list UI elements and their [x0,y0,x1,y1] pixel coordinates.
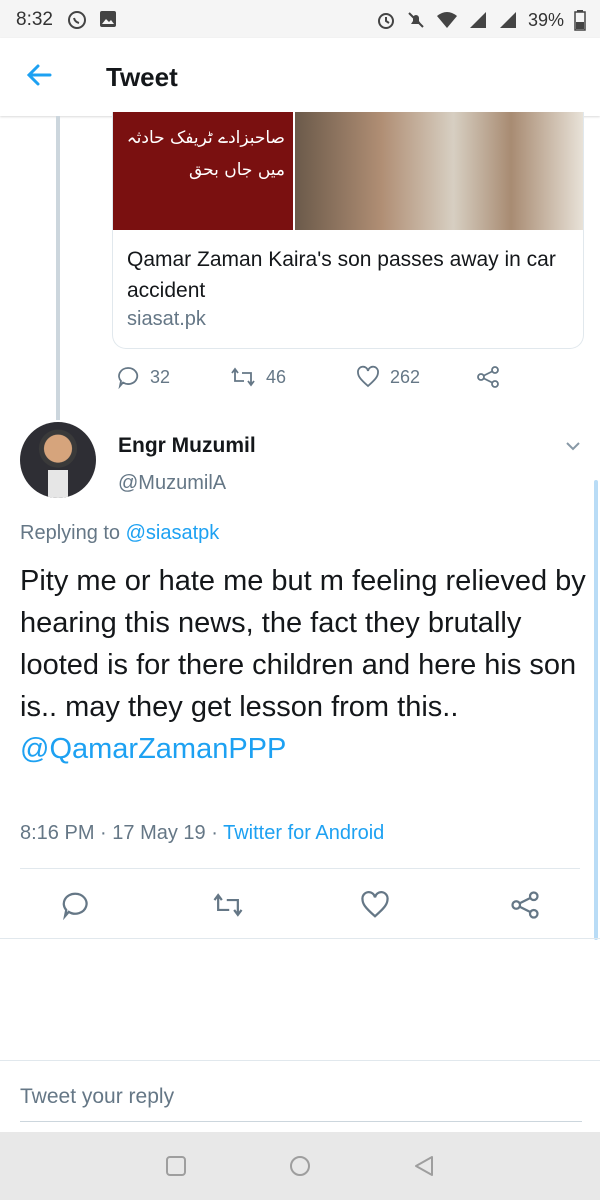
tweet-body: Pity me or hate me but m feeling relieve… [20,565,586,723]
tweet-meta: 8:16 PM · 17 May 19 · Twitter for Androi… [20,822,384,845]
whatsapp-icon [68,11,86,29]
back-triangle-icon [415,1156,433,1176]
link-preview-card[interactable]: صاحبزادے ٹریفک حادثہ میں جاں بحق Qamar Z… [112,112,584,349]
status-bar: 8:32 39% [0,0,600,38]
recents-button[interactable] [164,1154,188,1178]
parent-tweet-actions: 32 46 262 [112,362,532,392]
chevron-down-icon [566,442,580,451]
retweet-button[interactable] [212,890,244,920]
like-count: 262 [390,366,421,387]
reply-button[interactable]: 32 [116,365,170,389]
system-nav-bar [0,1132,600,1200]
home-circle-icon [290,1156,310,1176]
app-bar: Tweet [0,38,600,116]
page-title: Tweet [106,62,178,92]
card-headline: Qamar Zaman Kaira's son passes away in c… [127,248,556,302]
card-image-photo [295,112,583,230]
tweet-options-button[interactable] [563,436,583,456]
avatar[interactable] [20,422,96,498]
reply-icon [118,367,139,389]
avatar-shirt [48,470,68,498]
heart-icon [361,891,389,918]
retweet-count: 46 [266,366,287,387]
share-icon [511,891,539,919]
card-image-urdu: صاحبزادے ٹریفک حادثہ میں جاں بحق [113,112,293,230]
signal-icon-2 [499,12,516,28]
replying-prefix: Replying to [20,522,121,544]
share-button[interactable] [510,890,540,920]
arrow-left-icon [26,64,52,86]
signal-icon [469,12,486,28]
retweet-icon [213,893,243,917]
meta-separator: · [211,822,218,844]
tweet-source-link[interactable]: Twitter for Android [223,822,384,844]
heart-icon [357,365,379,388]
replying-to: Replying to @siasatpk [20,522,219,545]
reply-button[interactable] [60,890,90,920]
gallery-icon [100,11,116,27]
status-time: 8:32 [16,9,53,30]
reply-count: 32 [150,366,171,387]
share-icon [477,366,499,388]
alarm-icon [377,13,394,29]
home-button[interactable] [288,1154,312,1178]
author-handle[interactable]: @MuzumilA [118,472,226,495]
divider [0,938,600,939]
reply-input[interactable]: Tweet your reply [20,1085,174,1109]
tweet-text: Pity me or hate me but m feeling relieve… [20,560,590,770]
tweet-date: 17 May 19 [112,822,206,844]
retweet-button[interactable]: 46 [230,365,286,389]
battery-icon [574,10,586,31]
tweet-actions [0,882,600,928]
reply-icon [62,892,88,920]
wifi-icon [436,12,457,28]
battery-percent: 39% [527,9,564,30]
meta-separator: · [100,822,107,844]
like-button[interactable] [360,890,390,920]
status-left-icons [66,9,118,31]
reply-composer[interactable]: Tweet your reply [0,1060,600,1133]
card-image-caption: صاحبزادے ٹریفک حادثہ میں جاں بحق [126,128,285,180]
card-domain: siasat.pk [127,308,206,330]
author-name[interactable]: Engr Muzumil [118,434,256,458]
status-right-icons: 39% [376,9,586,31]
recents-square-icon [166,1156,186,1176]
tweet-time: 8:16 PM [20,822,95,844]
mute-icon [408,12,424,28]
mention-link[interactable]: @QamarZamanPPP [20,733,286,765]
divider [20,868,580,869]
back-nav-button[interactable] [412,1154,436,1178]
scrollbar[interactable] [594,480,598,940]
reply-input-underline [20,1121,582,1122]
replying-handle-link[interactable]: @siasatpk [126,522,220,544]
like-button[interactable]: 262 [356,365,420,389]
thread-connector-line [56,116,60,420]
back-button[interactable] [24,60,54,90]
retweet-icon [231,367,255,387]
share-button[interactable] [476,365,500,389]
